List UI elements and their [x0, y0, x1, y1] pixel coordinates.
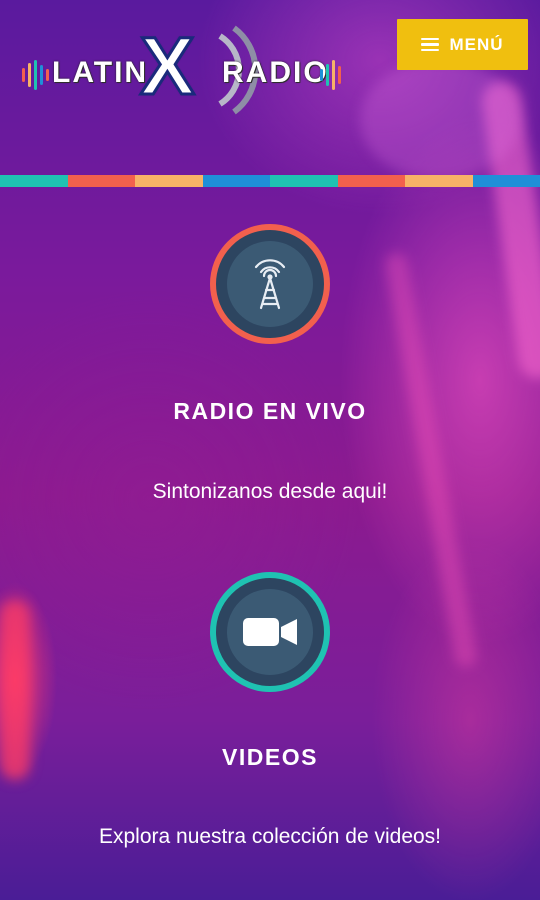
radio-tower-icon	[227, 241, 313, 327]
stripe-segment	[202, 175, 270, 187]
latin-x-radio-logo[interactable]: LATIN X RADIO	[22, 22, 352, 122]
radio-live-title: RADIO EN VIVO	[173, 398, 367, 424]
radio-live-section: RADIO EN VIVO Sintonizanos desde aqui!	[0, 224, 540, 504]
radio-live-button[interactable]	[210, 224, 330, 344]
video-camera-icon	[227, 589, 313, 675]
logo-word-latin: LATIN	[52, 56, 149, 89]
videos-button[interactable]	[210, 572, 330, 692]
logo-letter-x: X	[139, 21, 197, 112]
stripe-segment	[0, 175, 68, 187]
videos-subtitle: Explora nuestra colección de videos!	[98, 825, 442, 848]
equalizer-bars-icon	[320, 60, 341, 90]
hamburger-icon	[421, 37, 440, 52]
logo-word-radio: RADIO	[222, 56, 329, 89]
stripe-segment	[472, 175, 540, 187]
stripe-segment	[405, 175, 473, 187]
radio-live-subtitle: Sintonizanos desde aqui!	[152, 480, 388, 503]
stripe-segment	[135, 175, 203, 187]
color-stripe-divider	[0, 175, 540, 187]
background-light-glow	[360, 60, 520, 180]
videos-section: VIDEOS Explora nuestra colección de vide…	[0, 572, 540, 849]
equalizer-bars-icon	[22, 60, 49, 90]
stripe-segment	[67, 175, 135, 187]
stripe-segment	[337, 175, 405, 187]
stripe-segment	[270, 175, 338, 187]
videos-title: VIDEOS	[222, 744, 318, 770]
menu-button[interactable]: MENÚ	[397, 19, 528, 70]
menu-label: MENÚ	[449, 34, 504, 54]
